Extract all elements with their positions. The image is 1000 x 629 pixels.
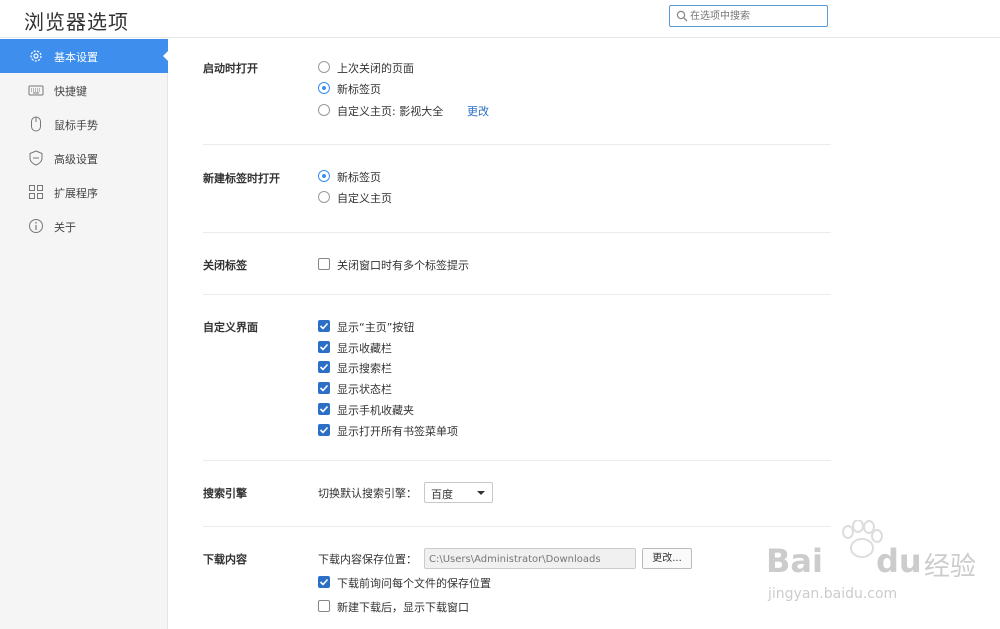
sidebar-item-advanced[interactable]: 高级设置 (0, 141, 168, 175)
download-path-input[interactable] (429, 552, 633, 566)
search-engine-section-label: 搜索引擎 (203, 487, 247, 500)
grid-icon (29, 185, 43, 199)
radio-button[interactable] (318, 82, 330, 94)
sidebar-item-shortcuts[interactable]: 快捷键 (0, 73, 168, 107)
baidu-jingyan-watermark: Bai du 经验 jingyan.baidu.com (766, 520, 996, 610)
gear-icon (30, 50, 42, 62)
search-icon (676, 10, 688, 22)
download-location-label: 下载内容保存位置： (318, 553, 417, 566)
search-box[interactable] (669, 5, 828, 27)
startup-section-label: 启动时打开 (203, 62, 258, 75)
search-engine-prompt: 切换默认搜索引擎： (318, 487, 417, 500)
checkbox[interactable] (318, 600, 330, 612)
sidebar-item-basic[interactable]: 基本设置 (0, 39, 169, 73)
sidebar-item-label: 关于 (54, 221, 76, 234)
new-tab-section-label: 新建标签时打开 (203, 172, 280, 185)
radio-button[interactable] (318, 104, 330, 116)
sidebar-item-label: 高级设置 (54, 153, 98, 166)
checkbox-checked[interactable] (318, 576, 330, 588)
info-icon (29, 219, 43, 233)
sidebar-item-label: 鼠标手势 (54, 119, 98, 132)
checkbox-checked[interactable] (318, 382, 330, 394)
sidebar-item-gestures[interactable]: 鼠标手势 (0, 107, 168, 141)
sidebar-item-extensions[interactable]: 扩展程序 (0, 175, 168, 209)
checkbox-checked[interactable] (318, 424, 330, 436)
change-download-path-button[interactable]: 更改... (642, 548, 692, 569)
checkbox-checked[interactable] (318, 341, 330, 353)
sidebar: 基本设置 快捷键 鼠标手势 高级设置 扩展程序 关于 (0, 39, 169, 629)
watermark-brand: Bai (766, 542, 823, 580)
divider (203, 144, 831, 145)
header: 浏览器选项 (0, 0, 1000, 38)
change-home-link[interactable]: 更改 (467, 103, 489, 119)
divider (203, 232, 831, 233)
sidebar-item-about[interactable]: 关于 (0, 209, 168, 243)
divider (203, 294, 831, 295)
sidebar-item-label: 快捷键 (54, 85, 87, 98)
radio-button[interactable] (318, 170, 330, 182)
checkbox-checked[interactable] (318, 403, 330, 415)
sidebar-item-label: 扩展程序 (54, 187, 98, 200)
mouse-icon (31, 116, 41, 132)
close-tab-section-label: 关闭标签 (203, 259, 247, 272)
search-input[interactable] (690, 8, 822, 24)
keyboard-icon (28, 85, 44, 96)
sidebar-item-label: 基本设置 (54, 51, 98, 64)
checkbox-checked[interactable] (318, 320, 330, 332)
search-engine-value: 百度 (431, 488, 453, 501)
chevron-down-icon (477, 491, 485, 495)
options-page: 浏览器选项 基本设置 快捷键 (0, 0, 1000, 629)
checkbox[interactable] (318, 258, 330, 270)
checkbox-checked[interactable] (318, 361, 330, 373)
downloads-section-label: 下载内容 (203, 553, 247, 566)
radio-button[interactable] (318, 61, 330, 73)
divider (203, 460, 831, 461)
page-title: 浏览器选项 (24, 10, 129, 34)
search-engine-select[interactable]: 百度 (424, 482, 493, 503)
watermark-brand2: du (876, 542, 922, 580)
divider (203, 526, 831, 527)
radio-button[interactable] (318, 191, 330, 203)
watermark-cn: 经验 (924, 552, 977, 582)
custom-ui-section-label: 自定义界面 (203, 321, 258, 334)
shield-icon (29, 150, 43, 166)
download-path-field[interactable] (424, 548, 636, 569)
watermark-url: jingyan.baidu.com (768, 586, 898, 602)
